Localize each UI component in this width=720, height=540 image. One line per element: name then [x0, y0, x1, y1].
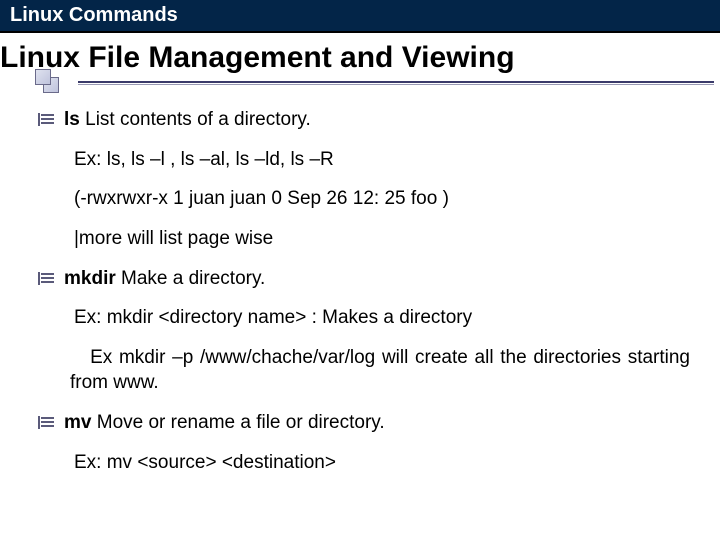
cmd-name: mv	[64, 412, 91, 433]
cmd-desc: Make a directory.	[116, 268, 266, 289]
cmd-name: ls	[64, 109, 80, 130]
example-line: Ex: mkdir <directory name> : Makes a dir…	[38, 305, 690, 331]
example-line: Ex mkdir –p /www/chache/var/log will cre…	[38, 345, 690, 396]
cmd-name: mkdir	[64, 268, 116, 289]
list-item: mv Move or rename a file or directory.	[38, 410, 690, 436]
header-title: Linux Commands	[10, 4, 178, 26]
cmd-desc: List contents of a directory.	[80, 109, 311, 130]
example-line: Ex: mv <source> <destination>	[38, 450, 690, 476]
example-line: Ex: ls, ls –l , ls –al, ls –ld, ls –R	[38, 147, 690, 173]
example-line: (-rwxrwxr-x 1 juan juan 0 Sep 26 12: 25 …	[38, 186, 690, 212]
item-text: mkdir Make a directory.	[64, 266, 265, 292]
page-title: Linux File Management and Viewing	[0, 41, 720, 81]
header-bar: Linux Commands	[0, 0, 720, 33]
bullet-icon	[38, 416, 54, 428]
cmd-desc: Move or rename a file or directory.	[91, 412, 384, 433]
content-area: ls List contents of a directory. Ex: ls,…	[0, 85, 720, 475]
bullet-icon	[38, 113, 54, 125]
title-underline	[78, 81, 714, 85]
list-item: mkdir Make a directory.	[38, 266, 690, 292]
item-text: ls List contents of a directory.	[64, 107, 311, 133]
example-line: |more will list page wise	[38, 226, 690, 252]
decor-squares-icon	[35, 69, 85, 99]
title-area: Linux File Management and Viewing	[0, 41, 720, 85]
item-text: mv Move or rename a file or directory.	[64, 410, 385, 436]
list-item: ls List contents of a directory.	[38, 107, 690, 133]
bullet-icon	[38, 272, 54, 284]
